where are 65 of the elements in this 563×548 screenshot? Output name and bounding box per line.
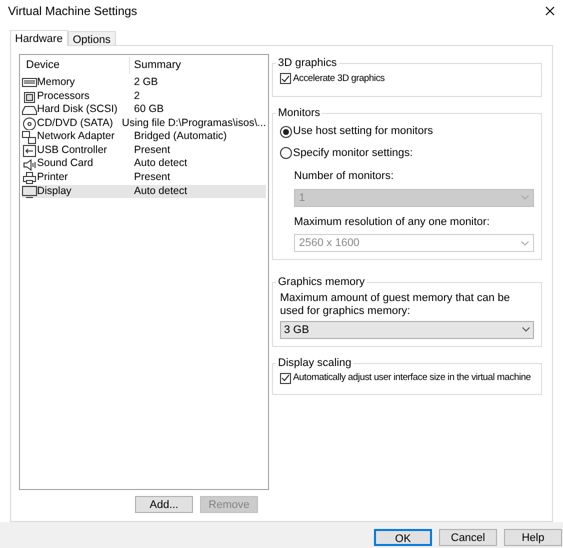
column-header[interactable]: Summary <box>130 57 182 74</box>
tab[interactable]: Options <box>68 31 116 45</box>
device-row[interactable]: Network Adapter Bridged (Automatic) <box>22 130 266 144</box>
device-summary: Auto detect <box>133 184 188 198</box>
close-icon[interactable] <box>545 6 555 16</box>
printer-icon <box>22 171 37 184</box>
field-label: Maximum resolution of any one monitor: <box>294 214 491 230</box>
radio-button[interactable] <box>280 147 292 159</box>
device-summary: 2 <box>133 90 140 104</box>
field-label: Number of monitors: <box>294 169 395 184</box>
device-name: Processors <box>37 90 90 104</box>
radio-label: Specify monitor settings: <box>293 146 413 161</box>
checkbox[interactable] <box>280 73 291 84</box>
device-summary: Bridged (Automatic) <box>133 130 227 144</box>
device-name: Memory <box>37 76 75 90</box>
list-button[interactable]: Add... <box>135 496 193 513</box>
memory-dropdown[interactable]: 3 GB <box>280 320 534 339</box>
device-name: Network Adapter <box>37 130 115 144</box>
device-row[interactable]: Printer Present <box>22 171 266 185</box>
device-name: Printer <box>37 171 68 185</box>
device-row[interactable]: CD/DVD (SATA) Using file D:\Programas\isos\... <box>22 116 266 130</box>
device-name: Display <box>37 184 72 198</box>
memory-icon <box>22 76 37 90</box>
chevron-icon <box>521 195 529 200</box>
dialog-button[interactable]: OK <box>374 529 432 546</box>
usb-icon <box>22 144 37 158</box>
radio-button[interactable] <box>280 126 292 138</box>
device-summary: Using file D:\Programas\isos\... <box>120 116 266 130</box>
chevron-icon <box>521 240 529 246</box>
device-row[interactable]: Display Auto detect <box>22 184 266 198</box>
group-title: 3D graphics <box>277 56 338 71</box>
checkbox[interactable] <box>280 372 291 384</box>
device-row[interactable]: Sound Card Auto detect <box>22 158 266 172</box>
drive-icon <box>22 103 37 116</box>
checkbox-label: Automatically adjust user interface size in the virtual machine <box>293 371 531 386</box>
device-list[interactable] <box>19 54 269 490</box>
group-title: Monitors <box>277 106 322 121</box>
device-summary: 60 GB <box>133 103 164 117</box>
device-summary: Present <box>133 144 170 158</box>
speaker-icon <box>22 158 37 171</box>
chip-icon <box>22 90 37 103</box>
device-row[interactable]: Memory 2 GB <box>22 76 266 90</box>
monitor-icon <box>22 185 37 198</box>
group-title: Display scaling <box>277 356 352 371</box>
radio-label: Use host setting for monitors <box>293 124 434 140</box>
device-summary: Auto detect <box>133 158 188 172</box>
device-name: CD/DVD (SATA) <box>37 116 114 130</box>
window-title: Virtual Machine Settings <box>8 3 138 20</box>
column-header[interactable]: Device <box>22 57 130 74</box>
group-title: Graphics memory <box>277 275 366 290</box>
device-summary: Present <box>133 171 170 185</box>
checkbox-label: Accelerate 3D graphics <box>293 72 385 86</box>
device-name: Sound Card <box>37 158 94 172</box>
description-text: Maximum amount of guest memory that can be used for graphics memory: <box>280 292 511 318</box>
network-icon <box>22 130 37 144</box>
dialog-button[interactable]: Help <box>504 529 562 546</box>
device-name: Hard Disk (SCSI) <box>37 103 118 117</box>
device-row[interactable]: Hard Disk (SCSI) 60 GB <box>22 103 266 117</box>
device-row[interactable]: USB Controller Present <box>22 144 266 158</box>
device-name: USB Controller <box>37 144 108 158</box>
tab[interactable]: Hardware <box>10 30 68 46</box>
device-row[interactable]: Processors 2 <box>22 90 266 104</box>
dialog-button[interactable]: Cancel <box>439 529 497 546</box>
chevron-icon <box>522 327 530 332</box>
device-summary: 2 GB <box>133 76 158 90</box>
